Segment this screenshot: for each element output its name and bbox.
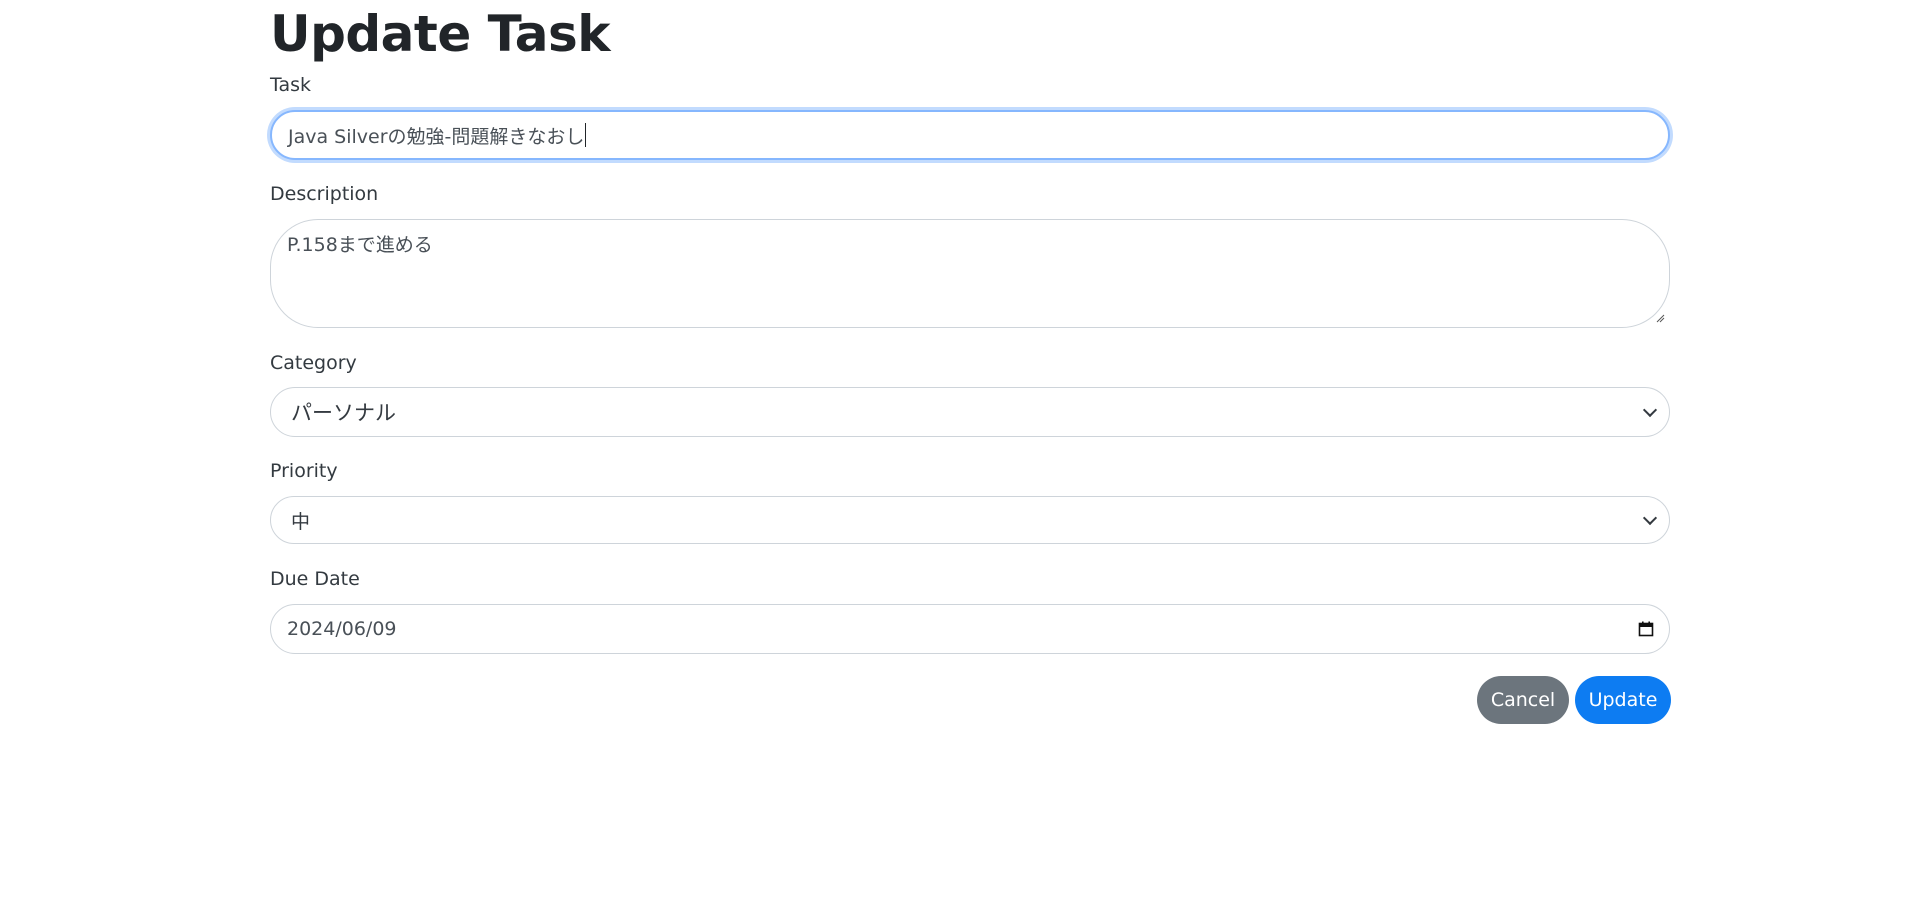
- due-date-label: Due Date: [270, 568, 360, 590]
- description-textarea[interactable]: P.158まで進める: [270, 219, 1670, 328]
- priority-selected-value: 中: [291, 510, 311, 533]
- calendar-icon[interactable]: [1638, 621, 1654, 637]
- cancel-button[interactable]: Cancel: [1477, 676, 1569, 724]
- task-input-value: Java Silverの勉強-問題解きなおし: [288, 125, 585, 148]
- task-input[interactable]: Java Silverの勉強-問題解きなおし: [270, 110, 1670, 160]
- category-select[interactable]: パーソナル: [270, 387, 1670, 437]
- chevron-down-icon: [1642, 402, 1658, 418]
- text-caret: [585, 123, 587, 147]
- page-title: Update Task: [270, 5, 611, 63]
- description-label: Description: [270, 183, 379, 205]
- chevron-down-icon: [1642, 510, 1658, 526]
- due-date-input[interactable]: 2024/06/09: [270, 604, 1670, 654]
- task-label: Task: [270, 74, 312, 96]
- category-selected-value: パーソナル: [291, 401, 396, 425]
- priority-select[interactable]: 中: [270, 496, 1670, 544]
- priority-label: Priority: [270, 460, 338, 482]
- due-date-value: 2024/06/09: [287, 618, 397, 640]
- description-value: P.158まで進める: [287, 234, 433, 256]
- update-button[interactable]: Update: [1575, 676, 1671, 724]
- resize-handle-icon[interactable]: [1655, 313, 1665, 323]
- category-label: Category: [270, 352, 357, 374]
